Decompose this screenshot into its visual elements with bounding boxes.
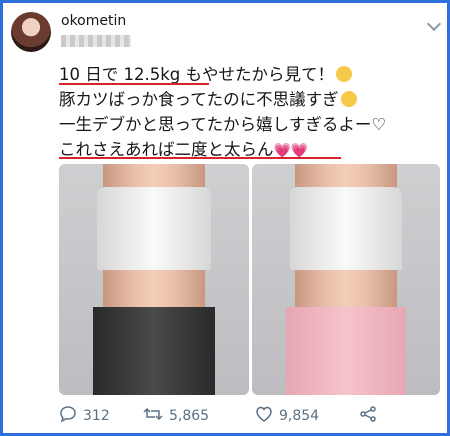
tweet-line-1: 10 日で 12.5kg もやせたから見て！ [59,61,352,85]
after-shorts [285,307,407,395]
tweet-actions: 312 5,865 9,854 [59,405,439,427]
like-count: 9,854 [279,408,320,424]
flushed-emoji-icon [340,91,357,107]
like-button[interactable]: 9,854 [255,405,319,427]
share-button[interactable] [359,405,377,427]
tweet-line-2: 豚カツばっか食ってたのに不思議すぎ [59,86,357,110]
author-name[interactable]: okometin [61,13,126,29]
underline-4 [59,157,341,159]
chevron-down-icon[interactable] [426,16,442,32]
share-icon [359,405,377,427]
before-photo[interactable] [59,164,249,395]
retweet-count: 5,865 [169,408,210,424]
before-top [97,187,211,271]
reply-count: 312 [83,408,110,424]
tweet-card: okometin 10 日で 12.5kg もやせたから見て！ 豚カツばっか食っ… [0,0,450,436]
after-photo[interactable] [252,164,440,395]
before-shorts [93,307,215,395]
avatar[interactable] [11,12,51,52]
reply-button[interactable]: 312 [59,405,110,427]
reply-icon [59,405,77,427]
underline-1 [59,83,209,85]
author-handle-blurred [61,35,131,47]
tweet-line-3: 一生デブかと思ってたから嬉しすぎるよー♡ [59,115,387,134]
after-top [289,187,403,271]
heart-eyes-emoji-icon [336,66,352,82]
like-icon [255,405,273,427]
retweet-button[interactable]: 5,865 [143,405,209,427]
retweet-icon [143,405,163,427]
